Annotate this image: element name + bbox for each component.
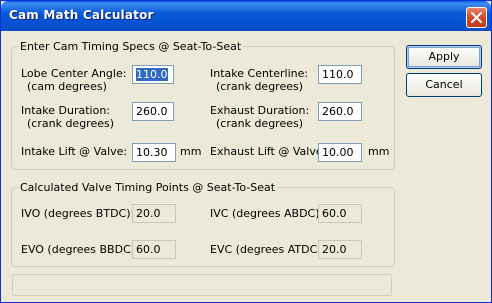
intake-duration-input[interactable]: 260.0	[132, 102, 174, 121]
evc-value-box: 20.0	[318, 240, 362, 259]
intake-lift-unit: mm	[180, 145, 202, 158]
window-title: Cam Math Calculator	[9, 8, 154, 22]
ivc-value-box: 60.0	[318, 204, 362, 223]
cam-timing-specs-group: Enter Cam Timing Specs @ Seat-To-Seat Lo…	[11, 40, 395, 170]
ivc-label: IVC (degrees ABDC):	[210, 207, 324, 220]
exhaust-lift-input[interactable]: 10.00	[318, 143, 362, 162]
lobe-center-angle-value: 110.0	[136, 68, 168, 81]
intake-centerline-sublabel: (crank degrees)	[216, 80, 304, 93]
ivo-value: 20.0	[136, 207, 161, 220]
intake-centerline-label: Intake Centerline:	[210, 67, 309, 80]
cam-math-calculator-window: Cam Math Calculator Enter Cam Timing Spe…	[0, 0, 492, 303]
status-bar	[12, 274, 392, 296]
ivc-value: 60.0	[322, 207, 347, 220]
close-icon	[471, 12, 482, 23]
exhaust-lift-value: 10.00	[322, 146, 354, 159]
lobe-center-label: Lobe Center Angle:	[21, 67, 127, 80]
intake-lift-label: Intake Lift @ Valve:	[21, 145, 128, 158]
cancel-button[interactable]: Cancel	[406, 73, 482, 97]
intake-duration-sublabel: (crank degrees)	[27, 117, 115, 130]
evo-value: 60.0	[136, 243, 161, 256]
intake-lift-input[interactable]: 10.30	[132, 143, 176, 162]
intake-centerline-value: 110.0	[322, 68, 354, 81]
ivo-value-box: 20.0	[132, 204, 176, 223]
evo-label: EVO (degrees BBDC):	[21, 243, 139, 256]
evo-value-box: 60.0	[132, 240, 176, 259]
exhaust-duration-input[interactable]: 260.0	[318, 102, 362, 121]
exhaust-duration-value: 260.0	[322, 105, 354, 118]
intake-duration-label: Intake Duration:	[21, 104, 110, 117]
intake-duration-value: 260.0	[136, 105, 168, 118]
evc-value: 20.0	[322, 243, 347, 256]
cam-timing-specs-legend: Enter Cam Timing Specs @ Seat-To-Seat	[18, 40, 244, 53]
ivo-label: IVO (degrees BTDC):	[21, 207, 135, 220]
calculated-timing-legend: Calculated Valve Timing Points @ Seat-To…	[18, 181, 278, 194]
dialog-client-area: Enter Cam Timing Specs @ Seat-To-Seat Lo…	[4, 31, 490, 301]
title-bar[interactable]: Cam Math Calculator	[1, 1, 491, 31]
exhaust-lift-unit: mm	[368, 145, 390, 158]
apply-button[interactable]: Apply	[406, 45, 482, 69]
exhaust-duration-label: Exhaust Duration:	[210, 104, 310, 117]
exhaust-duration-sublabel: (crank degrees)	[216, 117, 304, 130]
intake-centerline-input[interactable]: 110.0	[318, 65, 362, 84]
calculated-timing-group: Calculated Valve Timing Points @ Seat-To…	[11, 181, 395, 267]
intake-lift-value: 10.30	[136, 146, 168, 159]
evc-label: EVC (degrees ATDC):	[210, 243, 326, 256]
lobe-center-sublabel: (cam degrees)	[27, 80, 107, 93]
lobe-center-angle-input[interactable]: 110.0	[132, 65, 174, 84]
close-button[interactable]	[466, 7, 487, 28]
exhaust-lift-label: Exhaust Lift @ Valve:	[210, 145, 327, 158]
